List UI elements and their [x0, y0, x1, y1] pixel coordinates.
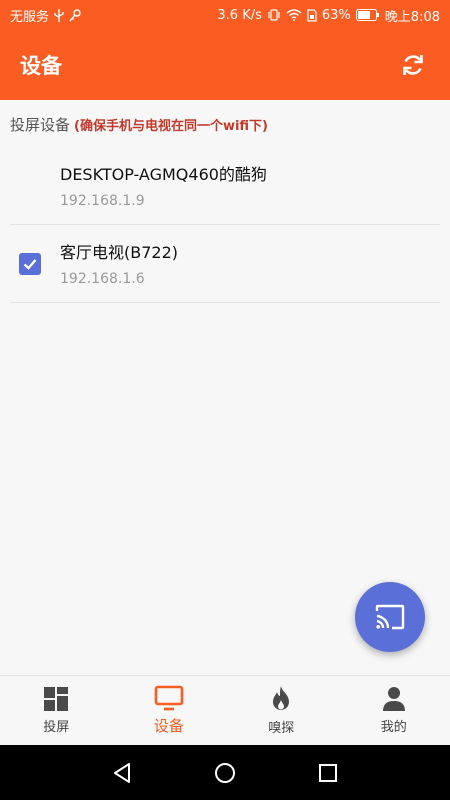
nav-label: 投屏 — [43, 720, 70, 735]
battery-text: 63% — [321, 7, 351, 23]
recents-icon — [319, 763, 338, 782]
status-right: 3.6 K/s 63% 晚上8:08 — [217, 6, 440, 25]
carrier-text: 无服务 — [10, 9, 50, 25]
device-item[interactable]: DESKTOP-AGMQ460的酷狗 192.168.1.9 — [10, 147, 440, 225]
device-checkbox[interactable] — [19, 253, 41, 275]
back-button[interactable] — [102, 753, 142, 793]
home-icon — [214, 762, 235, 783]
device-list: DESKTOP-AGMQ460的酷狗 192.168.1.9 客厅电视(B722… — [0, 147, 450, 303]
nav-item-mine[interactable]: 我的 — [338, 676, 450, 745]
person-icon — [382, 687, 405, 711]
status-bar: 无服务 3.6 K/s 63% 晚上8:08 — [0, 0, 450, 30]
app-bar: 设备 — [0, 30, 450, 100]
device-name: DESKTOP-AGMQ460的酷狗 — [60, 165, 267, 184]
nav-label: 嗅探 — [268, 721, 295, 736]
wifi-icon — [286, 9, 302, 21]
cast-icon — [375, 604, 405, 630]
sim-icon — [307, 8, 317, 22]
network-speed: 3.6 K/s — [217, 7, 262, 23]
tv-icon — [154, 685, 184, 711]
refresh-button[interactable] — [396, 48, 430, 82]
cast-button[interactable] — [355, 582, 425, 652]
device-name: 客厅电视(B722) — [60, 243, 179, 262]
refresh-icon — [403, 55, 423, 75]
page-title: 设备 — [20, 54, 62, 78]
wifi-note: (确保手机与电视在同一个wifi下) — [74, 119, 269, 134]
nav-label: 我的 — [380, 720, 407, 735]
device-ip: 192.168.1.6 — [60, 271, 145, 287]
system-nav-bar — [0, 745, 450, 800]
device-page: 投屏设备 (确保手机与电视在同一个wifi下) DESKTOP-AGMQ460的… — [0, 100, 450, 675]
battery-icon — [355, 9, 380, 21]
device-ip: 192.168.1.9 — [60, 193, 145, 209]
nav-label: 设备 — [153, 717, 184, 735]
section-label: 投屏设备 — [10, 116, 71, 134]
check-icon — [23, 259, 37, 270]
flame-icon — [273, 686, 290, 710]
bottom-nav: 投屏 设备 嗅探 我的 — [0, 675, 450, 745]
nav-item-cast[interactable]: 投屏 — [0, 676, 113, 745]
device-item[interactable]: 客厅电视(B722) 192.168.1.6 — [10, 225, 440, 303]
nav-item-sniff[interactable]: 嗅探 — [225, 676, 338, 745]
grid-icon — [44, 687, 69, 711]
usb-icon — [54, 8, 64, 22]
recents-button[interactable] — [308, 753, 348, 793]
vibrate-icon — [267, 9, 281, 21]
back-icon — [113, 762, 130, 783]
status-left: 无服务 — [10, 6, 81, 25]
home-button[interactable] — [205, 753, 245, 793]
key-icon — [69, 8, 81, 22]
section-header: 投屏设备 (确保手机与电视在同一个wifi下) — [0, 100, 450, 135]
nav-item-devices[interactable]: 设备 — [113, 676, 226, 745]
clock: 晚上8:08 — [384, 9, 440, 25]
